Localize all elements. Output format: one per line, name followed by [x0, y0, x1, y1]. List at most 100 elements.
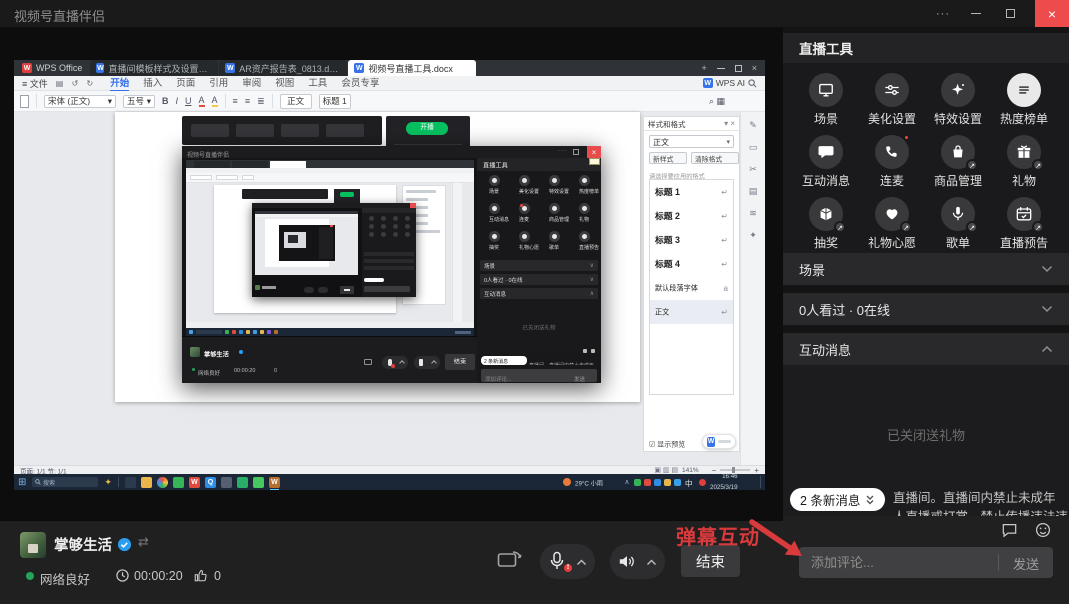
chevron-down-icon: [1041, 305, 1053, 313]
streamer-name: 掌够生活: [54, 534, 112, 555]
comment-input-wrap: 发送: [799, 547, 1053, 578]
wps-ribbon-tab: 视图: [275, 75, 294, 92]
tool-ranking[interactable]: 热度榜单: [991, 68, 1057, 129]
external-link-icon: ↗: [1032, 221, 1044, 233]
section-scene[interactable]: 场景: [783, 253, 1069, 285]
tool-gift[interactable]: ↗礼物: [991, 130, 1057, 191]
style-item: 标题 2↵: [650, 204, 733, 228]
ranking-icon: [1007, 73, 1041, 107]
external-link-icon: ↗: [900, 221, 912, 233]
wave-icon: ≋: [749, 208, 757, 219]
section-viewers[interactable]: 0人看过 · 0在线: [783, 293, 1069, 325]
mini-tool-call: 连麦: [509, 201, 539, 229]
wps-home-tab: WWPS Office: [14, 60, 90, 76]
style-chip-heading: 标题 1: [319, 94, 351, 109]
tool-songlist[interactable]: ↗歌单: [925, 192, 991, 253]
wps-ribbon-tab: 工具: [308, 75, 327, 92]
mini-tool-beauty: 美化设置: [509, 173, 539, 201]
songlist-icon: ↗: [941, 197, 975, 231]
speaker-icon: [618, 553, 636, 570]
mic-alert-badge: !: [562, 562, 574, 574]
stream-duration: 00:00:20: [134, 569, 183, 583]
tool-wish[interactable]: ↗礼物心愿: [859, 192, 925, 253]
wps-side-toolbar: ✎ ▭ ✂ ▤ ≋ ✦: [740, 112, 765, 465]
wps-newtab-icon: +: [701, 63, 706, 73]
tool-lottery[interactable]: ↗ 抽奖: [793, 192, 859, 253]
wps-ribbon-tab: 开始: [110, 75, 129, 92]
wps-menu-row: ≡ 文件 ▤ ↺ ↻ 开始插入页面引用审阅视图工具会员专享 W WPS AI: [14, 76, 765, 91]
title-bar: 视频号直播伴侣 ··· × 关: [0, 0, 1069, 27]
screen-share-icon[interactable]: [497, 548, 524, 575]
font-color-icon: A: [199, 95, 205, 107]
weather-icon: [563, 478, 571, 486]
tool-label: 场景: [793, 110, 859, 127]
style-item: 默认段落字体a: [650, 276, 733, 300]
mini-tool-songlist: 歌单: [539, 229, 569, 257]
tool-scene[interactable]: 场景: [793, 68, 859, 129]
lottery-icon: ↗: [809, 197, 843, 231]
control-bar: 掌够生活 ⇄ 网络良好 00:00:20 0 ! 结束: [0, 520, 783, 604]
tool-call[interactable]: 连麦: [859, 130, 925, 191]
wps-logo-icon: W: [703, 78, 713, 88]
taskbar-icon-app-dark: [221, 477, 232, 488]
speaker-button[interactable]: [610, 544, 665, 579]
taskbar-icon-wechat: [237, 477, 248, 488]
mini-tool-goods: 商品管理: [539, 201, 569, 229]
tool-beauty[interactable]: 美化设置: [859, 68, 925, 129]
microphone-button[interactable]: !: [540, 544, 595, 579]
style-item: 标题 4↵: [650, 252, 733, 276]
wps-ai-chip: W WPS AI: [703, 78, 757, 88]
tray-icon: [654, 479, 661, 486]
beauty-icon: [875, 73, 909, 107]
captured-tools-panel: 直播工具 场景美化设置特效设置热度榜单互动消息连麦商品管理礼物抽奖礼物心愿歌单直…: [477, 158, 601, 383]
chevron-up-icon[interactable]: [576, 559, 587, 566]
taskbar-tray: 29°C 小雨 ∧ 中 16:46 2025/3/19: [563, 471, 761, 490]
chevron-up-icon[interactable]: [646, 559, 657, 566]
double-chevron-down-icon: [865, 494, 875, 506]
likes-icon: [193, 568, 208, 588]
section-messages[interactable]: 互动消息: [783, 333, 1069, 365]
tool-effects[interactable]: 特效设置: [925, 68, 991, 129]
window-menu-icon[interactable]: ···: [928, 0, 958, 27]
emoji-icon[interactable]: [1035, 522, 1051, 543]
taskbar-icon-channels-live: W: [269, 477, 280, 488]
taskbar-icon-app-q: Q: [205, 477, 216, 488]
tool-label: 连麦: [859, 172, 925, 189]
switch-account-icon[interactable]: ⇄: [138, 534, 149, 550]
live-tools-sidebar: 直播工具 场景美化设置特效设置热度榜单互动消息连麦↗商品管理↗礼物↗抽奖↗礼物心…: [783, 27, 1069, 604]
captured-app-window: 视频号直播伴侣 ··· ×: [182, 146, 601, 383]
tool-label: 礼物: [991, 172, 1057, 189]
style-item: 正文↵: [650, 300, 733, 324]
send-button[interactable]: 发送: [1013, 554, 1039, 573]
style-item: 标题 1↵: [650, 180, 733, 204]
comment-bubble-icon[interactable]: [1001, 522, 1018, 543]
align-left-icon: ≡: [233, 96, 238, 106]
verified-badge-icon: [117, 537, 132, 557]
new-messages-badge[interactable]: 2 条新消息: [790, 488, 885, 511]
clear-format-button: 清除格式: [691, 152, 739, 164]
minimize-button[interactable]: [962, 0, 990, 27]
select-icon: ▭: [749, 142, 758, 153]
windows-taskbar: ⊞ 搜索 ✦ WQW 29°C 小雨 ∧ 中 16:46 2025/3/19: [14, 474, 765, 490]
paste-icon: [20, 95, 29, 108]
taskbar-icon-wps: W: [189, 477, 200, 488]
close-button[interactable]: ×: [1035, 0, 1069, 27]
mini-tool-chat: 互动消息: [479, 201, 509, 229]
mini-tool-ranking: 热度榜单: [569, 173, 599, 201]
tool-label: 抽奖: [793, 234, 859, 251]
tool-preview[interactable]: ↗直播预告: [991, 192, 1057, 253]
network-status: 网络良好: [40, 569, 90, 588]
tool-label: 商品管理: [925, 172, 991, 189]
tool-chat[interactable]: 互动消息: [793, 130, 859, 191]
shape-icon: ▤: [749, 186, 758, 197]
tool-label: 特效设置: [925, 110, 991, 127]
tool-goods[interactable]: ↗商品管理: [925, 130, 991, 191]
red-dot-badge: [903, 134, 910, 141]
tools-panel-title: 直播工具: [783, 33, 1069, 63]
font-size-box: 五号▾: [123, 95, 155, 108]
external-link-icon: ↗: [966, 159, 978, 171]
comment-input[interactable]: [799, 547, 995, 578]
wps-styles-pane: 样式和格式 ▾ × 正文 ▾ 新样式 清除格式 请选择要应用的格式 标题 1↵标…: [643, 116, 740, 452]
chat-icon: [809, 135, 843, 169]
maximize-button[interactable]: [996, 0, 1024, 27]
